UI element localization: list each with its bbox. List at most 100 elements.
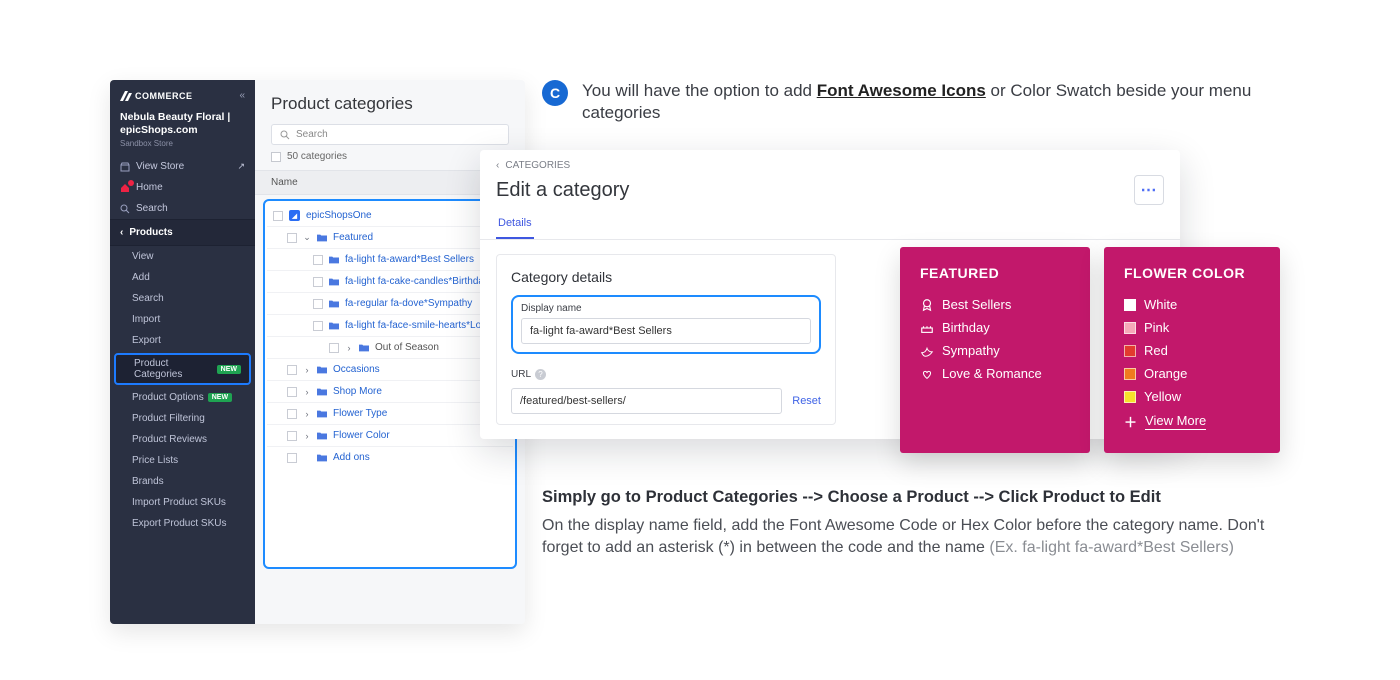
instruction-body: Simply go to Product Categories --> Choo… [542, 488, 1282, 558]
app-icon: ◢ [289, 210, 300, 221]
instruction-step-c: C You will have the option to add Font A… [542, 80, 1292, 124]
sidebar-item-search[interactable]: Search [110, 198, 255, 219]
preview-item-sympathy[interactable]: Sympathy [920, 339, 1070, 362]
chevron-right-icon[interactable]: › [303, 365, 311, 375]
select-all-checkbox[interactable] [271, 152, 281, 162]
sidebar-item-brands[interactable]: Brands [110, 471, 255, 492]
sidebar-item-view-store[interactable]: View Store ↗ [110, 156, 255, 177]
help-icon[interactable]: ? [535, 369, 546, 380]
tree-node-flowertype[interactable]: ›Flower Type [267, 403, 513, 425]
display-name-field-highlight: Display name [511, 295, 821, 354]
preview-swatch-orange[interactable]: Orange [1124, 362, 1260, 385]
instruction-path: Simply go to Product Categories --> Choo… [542, 488, 1282, 507]
folder-icon [329, 321, 339, 331]
store-icon [120, 162, 130, 172]
chevron-down-icon[interactable]: ⌄ [303, 232, 311, 243]
store-name: Nebula Beauty Floral | epicShops.com [110, 107, 255, 139]
new-badge: NEW [208, 393, 232, 402]
swatch-icon [1124, 368, 1136, 380]
instruction-example: (Ex. fa-light fa-award*Best Sellers) [989, 539, 1234, 556]
display-name-label: Display name [521, 303, 811, 314]
hearts-icon [920, 367, 934, 381]
chevron-right-icon[interactable]: › [303, 409, 311, 419]
url-label: URL ? [511, 369, 546, 380]
sidebar-item-home[interactable]: Home [110, 177, 255, 198]
breadcrumb[interactable]: ‹ CATEGORIES [480, 150, 1180, 171]
tree-node[interactable]: fa-light fa-face-smile-hearts*Love [267, 315, 513, 337]
preview-item-love[interactable]: Love & Romance [920, 362, 1070, 385]
tree-node[interactable]: fa-regular fa-dove*Sympathy [267, 293, 513, 315]
sidebar-section-products[interactable]: ‹ Products [110, 219, 255, 246]
folder-icon [317, 233, 327, 243]
preview-swatch-pink[interactable]: Pink [1124, 316, 1260, 339]
new-badge: NEW [217, 365, 241, 374]
folder-icon [329, 277, 339, 287]
sidebar-item-price-lists[interactable]: Price Lists [110, 450, 255, 471]
dove-icon [920, 344, 934, 358]
sidebar-item-product-reviews[interactable]: Product Reviews [110, 429, 255, 450]
page-title: Product categories [255, 94, 525, 124]
award-icon [920, 298, 934, 312]
tree-node-occasions[interactable]: ›Occasions [267, 359, 513, 381]
chevron-left-icon: ‹ [120, 227, 123, 238]
instruction-detail: On the display name field, add the Font … [542, 515, 1282, 558]
preview-swatch-white[interactable]: White [1124, 293, 1260, 316]
category-count: 50 categories [287, 151, 347, 162]
step-c-text: You will have the option to add Font Awe… [582, 80, 1292, 124]
search-icon [120, 204, 130, 214]
sidebar-item-product-filtering[interactable]: Product Filtering [110, 408, 255, 429]
folder-icon [317, 409, 327, 419]
preview-item-best-sellers[interactable]: Best Sellers [920, 293, 1070, 316]
preview-view-more[interactable]: ＋View More [1124, 408, 1260, 435]
category-details-panel: Category details Display name URL ? Rese… [496, 254, 836, 425]
reset-link[interactable]: Reset [792, 395, 821, 407]
swatch-icon [1124, 391, 1136, 403]
swatch-icon [1124, 345, 1136, 357]
search-icon [280, 130, 290, 140]
sidebar-item-search-products[interactable]: Search [110, 288, 255, 309]
sidebar-item-import-skus[interactable]: Import Product SKUs [110, 492, 255, 513]
tree-node[interactable]: fa-light fa-award*Best Sellers [267, 249, 513, 271]
sandbox-label: Sandbox Store [110, 139, 255, 156]
tree-node-featured[interactable]: ⌄Featured [267, 227, 513, 249]
sidebar-item-product-options[interactable]: Product Options NEW [110, 387, 255, 408]
folder-icon [317, 453, 327, 463]
sidebar-collapse-icon[interactable]: « [239, 90, 245, 101]
sidebar-item-export[interactable]: Export [110, 330, 255, 351]
preview-featured-card: FEATURED Best Sellers Birthday Sympathy … [900, 247, 1090, 453]
preview-flower-color-card: FLOWER COLOR White Pink Red Orange Yello… [1104, 247, 1280, 453]
font-awesome-link[interactable]: Font Awesome Icons [817, 81, 986, 100]
tree-node-addons[interactable]: Add ons [267, 447, 513, 468]
admin-sidebar: COMMERCE « Nebula Beauty Floral | epicSh… [110, 80, 255, 624]
folder-icon [317, 365, 327, 375]
sidebar-item-view[interactable]: View [110, 246, 255, 267]
tree-node-root[interactable]: ◢epicShopsOne [267, 205, 513, 227]
sidebar-item-export-skus[interactable]: Export Product SKUs [110, 513, 255, 534]
sidebar-item-product-categories[interactable]: Product Categories NEW [114, 353, 251, 385]
preview-featured-title: FEATURED [920, 265, 1070, 281]
category-count-row: 50 categories [271, 151, 509, 162]
sidebar-item-add[interactable]: Add [110, 267, 255, 288]
tree-node[interactable]: ›Out of Season [267, 337, 513, 359]
folder-icon [329, 255, 339, 265]
edit-category-heading: Edit a category [496, 179, 629, 202]
tree-node-flowercolor[interactable]: ›Flower Color [267, 425, 513, 447]
tree-node-shopmore[interactable]: ›Shop More [267, 381, 513, 403]
more-actions-button[interactable]: ⋯ [1134, 175, 1164, 205]
sidebar-item-import[interactable]: Import [110, 309, 255, 330]
tab-details[interactable]: Details [496, 211, 534, 239]
display-name-input[interactable] [521, 318, 811, 344]
chevron-right-icon[interactable]: › [345, 343, 353, 353]
chevron-right-icon[interactable]: › [303, 387, 311, 397]
preview-item-birthday[interactable]: Birthday [920, 316, 1070, 339]
swatch-icon [1124, 299, 1136, 311]
preview-swatch-yellow[interactable]: Yellow [1124, 385, 1260, 408]
chevron-right-icon[interactable]: › [303, 431, 311, 441]
search-input[interactable]: Search [271, 124, 509, 145]
category-tree: ◢epicShopsOne ⌄Featured fa-light fa-awar… [263, 199, 517, 569]
url-input[interactable] [511, 388, 782, 414]
tree-node[interactable]: fa-light fa-cake-candles*Birthday [267, 271, 513, 293]
sidebar-header: COMMERCE « [110, 80, 255, 107]
folder-icon [317, 387, 327, 397]
preview-swatch-red[interactable]: Red [1124, 339, 1260, 362]
